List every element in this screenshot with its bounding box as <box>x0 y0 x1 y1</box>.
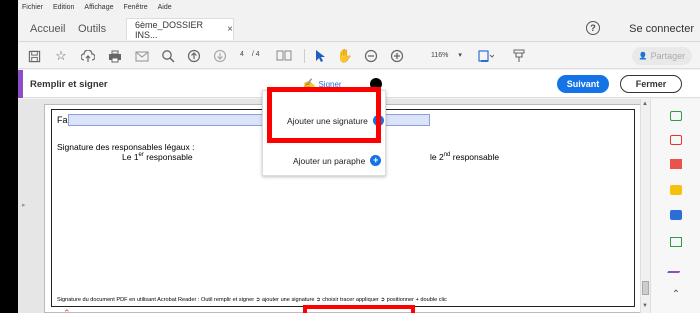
fill-sign-title: Remplir et signer <box>30 79 108 90</box>
zoom-value[interactable]: 116% <box>431 52 448 59</box>
highlight-box-bottom <box>303 305 415 313</box>
print-icon[interactable] <box>107 48 123 64</box>
comment-icon[interactable] <box>511 48 527 64</box>
mail-icon[interactable] <box>134 48 150 64</box>
zoom-out-icon[interactable] <box>363 48 379 64</box>
add-icon: + <box>370 155 382 166</box>
menu-bar: Fichier Edition Affichage Fenêtre Aide <box>18 0 700 14</box>
help-icon[interactable]: ? <box>586 21 600 35</box>
acrobat-window: Fichier Edition Affichage Fenêtre Aide A… <box>18 0 700 313</box>
second-guardian-label: le 2nd responsable <box>430 152 500 162</box>
scroll-thumb[interactable] <box>642 281 649 295</box>
more-tools-icon[interactable]: ⌃ <box>668 289 684 303</box>
hand-icon[interactable]: ✋ <box>337 48 353 64</box>
bookmark-star-icon[interactable]: ☆ <box>53 48 69 64</box>
comment-tool-icon[interactable] <box>668 183 684 197</box>
tab-document[interactable]: 6ème_DOSSIER INS... × <box>126 18 234 40</box>
highlight-box <box>267 87 381 143</box>
cloud-upload-icon[interactable] <box>80 48 96 64</box>
share-label: Partager <box>650 51 686 61</box>
zoom-level-field[interactable]: 116% ▾ <box>431 51 462 59</box>
menu-window[interactable]: Fenêtre <box>123 4 147 11</box>
fill-sign-accent <box>18 70 23 98</box>
tab-bar: Accueil Outils 6ème_DOSSIER INS... × ? S… <box>18 14 700 42</box>
signatures-title: Signature des responsables légaux : <box>57 142 195 152</box>
left-panel-toggle-icon[interactable]: ▸ <box>22 201 26 209</box>
toolbar-divider <box>304 49 305 63</box>
export-pdf-icon[interactable] <box>668 109 684 123</box>
page-current[interactable]: 4 <box>240 51 244 58</box>
share-button[interactable]: 👤 Partager <box>632 47 692 65</box>
fit-page-icon[interactable] <box>478 48 494 64</box>
tab-document-label: 6ème_DOSSIER INS... <box>135 19 204 40</box>
add-initials-item[interactable]: Ajouter un paraphe + <box>293 155 382 166</box>
page-number-field[interactable]: 4 / 4 <box>240 51 260 58</box>
sign-in-link[interactable]: Se connecter <box>629 23 694 35</box>
menu-file[interactable]: Fichier <box>22 4 43 11</box>
search-icon[interactable] <box>160 48 176 64</box>
next-page-icon[interactable] <box>212 48 228 64</box>
scroll-down-icon[interactable]: ▼ <box>642 303 648 309</box>
create-pdf-icon[interactable] <box>668 133 684 147</box>
signing-instructions: Signature du document PDF en utilisant A… <box>57 297 447 303</box>
zoom-in-icon[interactable] <box>389 48 405 64</box>
menu-view[interactable]: Affichage <box>84 4 113 11</box>
close-fill-sign-button[interactable]: Fermer <box>620 75 682 93</box>
select-cursor-icon[interactable] <box>312 48 328 64</box>
menu-edit[interactable]: Edition <box>53 4 74 11</box>
main-toolbar: ☆ 4 / 4 ✋ 116% ▾ 👤 Partager <box>18 43 700 69</box>
close-icon[interactable]: × <box>227 24 233 35</box>
organize-pages-icon[interactable] <box>668 157 684 171</box>
tab-home[interactable]: Accueil <box>30 18 65 40</box>
edit-pdf-icon[interactable] <box>668 235 684 249</box>
save-icon[interactable] <box>26 48 42 64</box>
combine-files-icon[interactable] <box>668 208 684 222</box>
tab-tools[interactable]: Outils <box>78 18 106 40</box>
first-guardian-label: Le 1er responsable <box>122 152 193 162</box>
page-thumbs-icon[interactable] <box>276 48 292 64</box>
fill-sign-icon[interactable] <box>667 261 685 275</box>
prev-page-icon[interactable] <box>186 48 202 64</box>
tools-right-panel: ⌃ <box>650 99 700 313</box>
chevron-down-icon[interactable]: ▾ <box>458 52 462 59</box>
acrobat-logo-icon: ⌃ <box>63 308 71 313</box>
menu-help[interactable]: Aide <box>158 4 172 11</box>
share-user-icon: 👤 <box>638 53 648 60</box>
add-initials-label: Ajouter un paraphe <box>293 155 366 166</box>
next-button[interactable]: Suivant <box>557 75 609 93</box>
document-scrollbar[interactable]: ▲ ▼ <box>640 99 650 313</box>
page-total: / 4 <box>251 51 260 58</box>
scroll-up-icon[interactable]: ▲ <box>642 101 648 107</box>
